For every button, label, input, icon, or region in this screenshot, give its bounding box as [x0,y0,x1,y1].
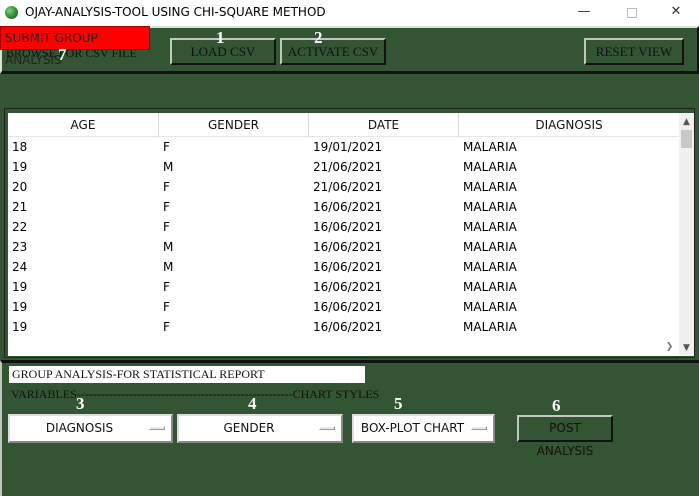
cell-diagnosis: MALARIA [463,320,517,334]
cell-diagnosis: MALARIA [463,200,517,214]
column-header-gender[interactable]: GENDER [159,113,309,137]
cell-age: 19 [12,160,28,174]
cell-gender: M [163,260,174,274]
close-button[interactable]: ✕ [653,0,699,26]
cell-gender: F [163,200,170,214]
maximize-icon [627,8,637,18]
minimize-button[interactable]: — [561,0,607,26]
data-table[interactable]: AGE GENDER DATE DIAGNOSIS 18 F 19/01/202… [8,113,679,356]
cell-date: 16/06/2021 [313,200,383,214]
table-header: AGE GENDER DATE DIAGNOSIS [8,113,679,137]
chart-style-value: BOX-PLOT CHART [360,421,465,435]
table-row[interactable]: 19 F 16/06/2021 MALARIA [8,317,679,337]
step-number-3: 3 [76,394,85,413]
cell-diagnosis: MALARIA [463,160,517,174]
scroll-up-arrow-icon[interactable]: ▲ [679,115,694,129]
cell-gender: F [163,140,170,154]
title-bar: OJAY-ANALYSIS-TOOL USING CHI-SQUARE METH… [0,0,699,26]
cell-diagnosis: MALARIA [463,140,517,154]
step-number-7: 7 [58,45,67,64]
table-row[interactable]: 21 F 16/06/2021 MALARIA [8,197,679,217]
cell-date: 21/06/2021 [313,180,383,194]
column-header-date[interactable]: DATE [309,113,459,137]
cell-date: 19/01/2021 [313,140,383,154]
app-icon [5,6,18,19]
variable-1-select[interactable]: DIAGNOSIS [8,414,173,443]
variable-1-value: DIAGNOSIS [45,421,114,435]
cell-age: 21 [12,200,28,214]
table-row[interactable]: 20 F 21/06/2021 MALARIA [8,177,679,197]
cell-diagnosis: MALARIA [463,300,517,314]
vertical-scrollbar[interactable]: ▲ ▼ [679,113,694,356]
dropdown-indicator-icon [149,426,165,430]
cell-date: 16/06/2021 [313,280,383,294]
table-row[interactable]: 23 M 16/06/2021 MALARIA [8,237,679,257]
maximize-button[interactable] [608,0,654,26]
cell-age: 24 [12,260,28,274]
cell-diagnosis: MALARIA [463,260,517,274]
cell-age: 23 [12,240,28,254]
cell-gender: F [163,300,170,314]
step-number-1: 1 [216,28,225,47]
variable-2-value: GENDER [223,421,275,435]
column-header-age[interactable]: AGE [8,113,159,137]
variables-label: VARIABLES [11,387,77,401]
table-row[interactable]: 22 F 16/06/2021 MALARIA [8,217,679,237]
cell-gender: M [163,240,174,254]
table-row[interactable]: 19 F 16/06/2021 MALARIA [8,277,679,297]
window-title: OJAY-ANALYSIS-TOOL USING CHI-SQUARE METH… [25,5,326,19]
variable-2-select[interactable]: GENDER [177,414,343,443]
dropdown-indicator-icon [319,426,335,430]
table-row[interactable]: 19 F 16/06/2021 MALARIA [8,297,679,317]
cell-date: 16/06/2021 [313,260,383,274]
cell-date: 21/06/2021 [313,160,383,174]
chart-styles-label: CHART STYLES [292,387,380,401]
step-number-4: 4 [248,394,257,413]
cell-age: 19 [12,320,28,334]
chart-style-select[interactable]: BOX-PLOT CHART [352,414,495,443]
cell-gender: F [163,220,170,234]
cell-age: 20 [12,180,28,194]
scroll-right-arrow-icon[interactable]: ❯ [662,340,677,354]
cell-gender: F [163,280,170,294]
cell-date: 16/06/2021 [313,240,383,254]
cell-diagnosis: MALARIA [463,180,517,194]
separator-dashes: ----------------------------------------… [76,387,293,401]
cell-date: 16/06/2021 [313,320,383,334]
cell-diagnosis: MALARIA [463,280,517,294]
table-row[interactable]: 24 M 16/06/2021 MALARIA [8,257,679,277]
step-number-6: 6 [552,396,561,415]
cell-diagnosis: MALARIA [463,240,517,254]
variables-chart-styles-line: VARIABLES-------------------------------… [11,387,379,402]
scrollbar-thumb[interactable] [681,130,692,148]
submit-group-analysis-button[interactable]: SUBMIT GROUP ANALYSIS [0,26,150,67]
group-analysis-title: GROUP ANALYSIS-FOR STATISTICAL REPORT [9,366,365,383]
cell-age: 22 [12,220,28,234]
scroll-down-arrow-icon[interactable]: ▼ [679,341,694,355]
dropdown-indicator-icon [471,426,487,430]
activate-csv-button[interactable]: ACTIVATE CSV [280,38,386,65]
post-analysis-button[interactable]: POST ANALYSIS [517,415,613,458]
cell-gender: F [163,320,170,334]
step-number-2: 2 [314,28,323,47]
cell-date: 16/06/2021 [313,300,383,314]
cell-gender: M [163,160,174,174]
cell-diagnosis: MALARIA [463,220,517,234]
cell-age: 19 [12,300,28,314]
cell-age: 19 [12,280,28,294]
reset-view-button[interactable]: RESET VIEW [584,38,684,65]
cell-date: 16/06/2021 [313,220,383,234]
cell-age: 18 [12,140,28,154]
cell-gender: F [163,180,170,194]
step-number-5: 5 [394,394,403,413]
column-header-diagnosis[interactable]: DIAGNOSIS [459,113,679,137]
table-row[interactable]: 18 F 19/01/2021 MALARIA [8,137,679,157]
table-row[interactable]: 19 M 21/06/2021 MALARIA [8,157,679,177]
